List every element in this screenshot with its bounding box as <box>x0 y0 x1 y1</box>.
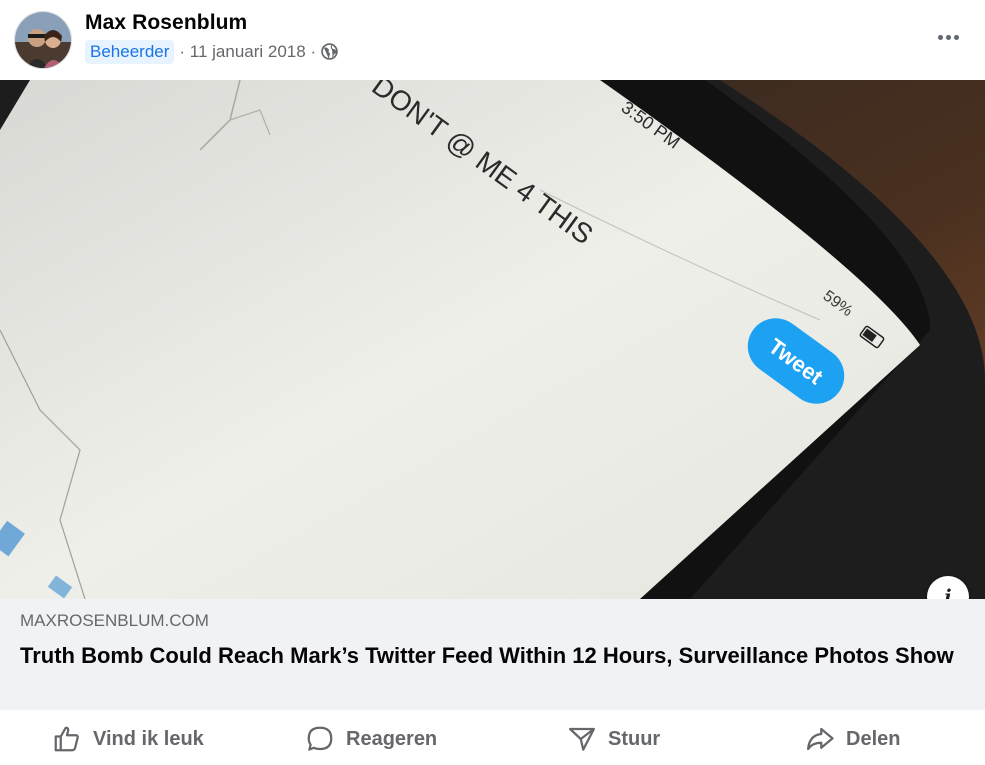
phone-photo: DON'T @ ME 4 THIS 3:50 PM 59% Tweet <box>0 80 985 599</box>
like-button[interactable]: Vind ik leuk <box>52 724 204 754</box>
admin-badge[interactable]: Beheerder <box>85 39 175 64</box>
send-icon <box>569 727 595 751</box>
comment-icon <box>307 726 333 751</box>
avatar[interactable] <box>14 11 72 69</box>
send-button[interactable]: Stuur <box>567 724 660 754</box>
share-label: Delen <box>846 727 901 750</box>
send-label: Stuur <box>608 727 661 750</box>
comment-button[interactable]: Reageren <box>305 724 437 754</box>
link-domain: MAXROSENBLUM.COM <box>20 611 209 630</box>
link-title[interactable]: Truth Bomb Could Reach Mark’s Twitter Fe… <box>20 641 965 671</box>
globe-icon <box>321 43 338 60</box>
more-options-button[interactable] <box>933 26 963 48</box>
more-dots-icon <box>937 34 943 40</box>
comment-label: Reageren <box>346 727 438 750</box>
like-label: Vind ik leuk <box>93 727 204 750</box>
share-icon <box>807 727 834 751</box>
post-meta: Beheerder · 11 januari 2018 · <box>85 38 338 65</box>
link-preview-card[interactable]: MAXROSENBLUM.COM Truth Bomb Could Reach … <box>0 599 985 710</box>
thumbs-up-icon <box>54 726 79 752</box>
author-name[interactable]: Max Rosenblum <box>85 11 247 35</box>
link-preview-image[interactable]: DON'T @ ME 4 THIS 3:50 PM 59% Tweet <box>0 80 985 599</box>
post-header: Max Rosenblum Beheerder · 11 januari 201… <box>0 0 985 80</box>
post-date[interactable]: · 11 januari 2018 · <box>179 42 316 62</box>
share-button[interactable]: Delen <box>805 724 900 754</box>
action-bar: Vind ik leuk Reageren Stuur Delen <box>0 710 985 765</box>
